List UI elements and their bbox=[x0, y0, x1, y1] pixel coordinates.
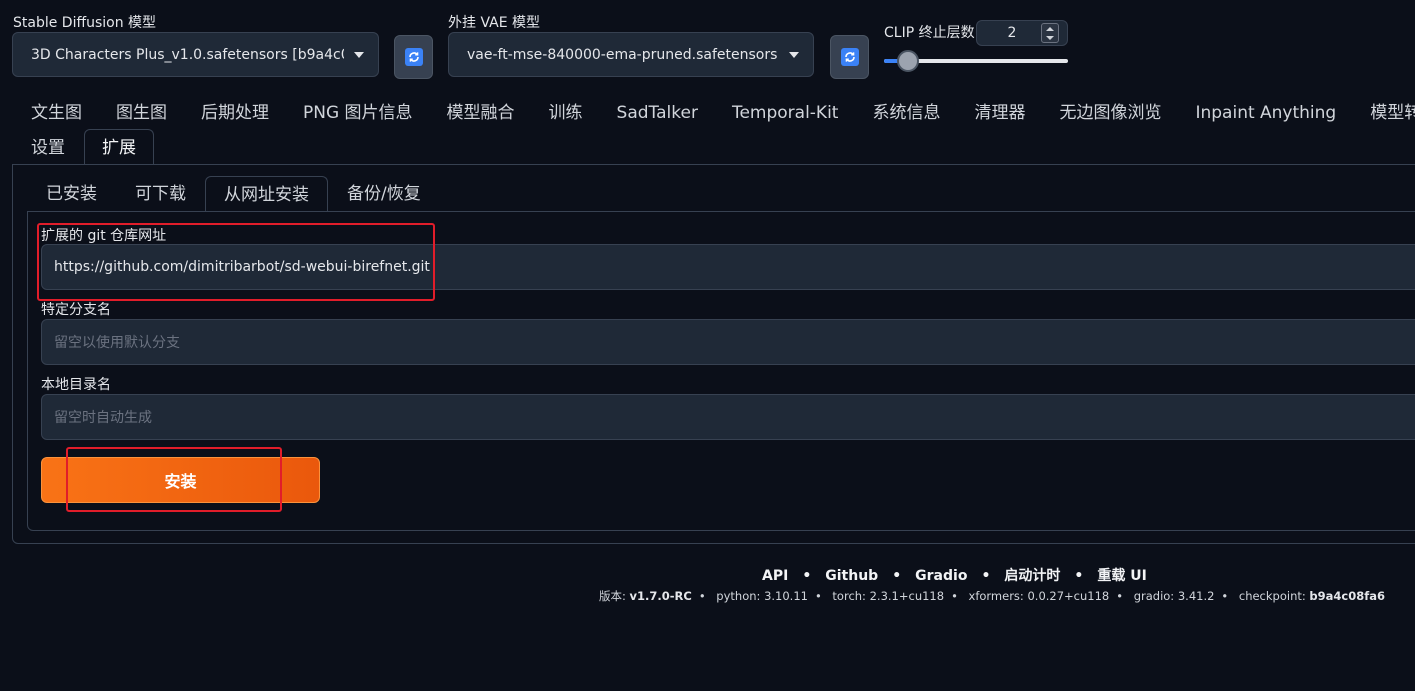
git-url-label: 扩展的 git 仓库网址 bbox=[41, 228, 167, 244]
local-dir-label: 本地目录名 bbox=[41, 377, 111, 393]
footer-link-gradio[interactable]: Gradio bbox=[915, 568, 967, 584]
subtab-backup-restore[interactable]: 备份/恢复 bbox=[329, 176, 439, 212]
tab-img2img[interactable]: 图生图 bbox=[99, 98, 184, 128]
version-item: checkpoint: b9a4c08fa6 bbox=[1238, 589, 1385, 603]
footer-link-github[interactable]: Github bbox=[825, 568, 878, 584]
tab-train[interactable]: 训练 bbox=[532, 98, 600, 128]
local-dir-input[interactable]: 留空时自动生成 bbox=[41, 394, 1415, 440]
footer-links: API • Github • Gradio • 启动计时 • 重载 UI bbox=[762, 568, 1147, 584]
vae-model-refresh-button[interactable] bbox=[830, 35, 869, 79]
tab-model-converter[interactable]: 模型转 bbox=[1353, 98, 1415, 128]
tab-png-info[interactable]: PNG 图片信息 bbox=[286, 98, 430, 128]
local-dir-placeholder: 留空时自动生成 bbox=[54, 410, 152, 426]
footer-link-api[interactable]: API bbox=[762, 568, 788, 584]
tab-extensions[interactable]: 扩展 bbox=[84, 129, 154, 165]
sd-model-label: Stable Diffusion 模型 bbox=[13, 15, 157, 31]
subtab-available[interactable]: 可下载 bbox=[117, 176, 204, 212]
sd-model-value: 3D Characters Plus_v1.0.safetensors [b9a… bbox=[31, 46, 344, 63]
chevron-down-icon bbox=[789, 51, 799, 58]
version-item: python: 3.10.11 bbox=[716, 589, 808, 603]
tab-extras[interactable]: 后期处理 bbox=[184, 98, 286, 128]
tab-sadtalker[interactable]: SadTalker bbox=[600, 98, 715, 128]
branch-placeholder: 留空以使用默认分支 bbox=[54, 335, 180, 351]
tab-temporal-kit[interactable]: Temporal-Kit bbox=[715, 98, 856, 128]
install-button-label: 安装 bbox=[164, 472, 197, 491]
sd-model-refresh-button[interactable] bbox=[394, 35, 433, 79]
chevron-up-icon bbox=[1046, 26, 1054, 31]
tab-system-info[interactable]: 系统信息 bbox=[855, 98, 957, 128]
tab-infinite-image-browsing[interactable]: 无边图像浏览 bbox=[1042, 98, 1178, 128]
tab-txt2img[interactable]: 文生图 bbox=[14, 98, 99, 128]
tab-cleaner[interactable]: 清理器 bbox=[957, 98, 1042, 128]
git-url-value: https://github.com/dimitribarbot/sd-webu… bbox=[54, 259, 430, 275]
footer-link-startup-profile[interactable]: 启动计时 bbox=[1004, 568, 1060, 584]
vae-model-value: vae-ft-mse-840000-ema-pruned.safetensors bbox=[467, 46, 778, 63]
refresh-icon bbox=[840, 48, 859, 66]
tab-checkpoint-merger[interactable]: 模型融合 bbox=[430, 98, 532, 128]
version-item: gradio: 3.41.2 bbox=[1133, 589, 1215, 603]
version-item: 版本: v1.7.0-RC bbox=[599, 589, 692, 603]
clip-skip-slider-thumb[interactable] bbox=[897, 50, 919, 72]
tab-settings[interactable]: 设置 bbox=[14, 133, 82, 163]
install-button[interactable]: 安装 bbox=[41, 457, 320, 503]
clip-skip-label: CLIP 终止层数 bbox=[884, 25, 975, 41]
version-info: 版本: v1.7.0-RC • python: 3.10.11 • torch: 2… bbox=[599, 589, 1385, 603]
sd-model-dropdown[interactable]: 3D Characters Plus_v1.0.safetensors [b9a… bbox=[12, 32, 379, 77]
branch-input[interactable]: 留空以使用默认分支 bbox=[41, 319, 1415, 365]
clip-skip-value: 2 bbox=[1007, 25, 1017, 41]
chevron-down-icon bbox=[1046, 35, 1054, 40]
main-tab-bar: 文生图 图生图 后期处理 PNG 图片信息 模型融合 训练 SadTalker … bbox=[14, 98, 1415, 128]
vae-model-label: 外挂 VAE 模型 bbox=[448, 15, 541, 31]
vae-model-dropdown[interactable]: vae-ft-mse-840000-ema-pruned.safetensors bbox=[448, 32, 814, 77]
clip-skip-number-input[interactable]: 2 bbox=[976, 20, 1068, 46]
footer-link-reload-ui[interactable]: 重载 UI bbox=[1097, 568, 1146, 584]
git-url-input[interactable]: https://github.com/dimitribarbot/sd-webu… bbox=[41, 244, 1415, 290]
branch-label: 特定分支名 bbox=[41, 302, 111, 318]
chevron-down-icon bbox=[354, 51, 364, 58]
version-item: xformers: 0.0.27+cu118 bbox=[968, 589, 1110, 603]
version-item: torch: 2.3.1+cu118 bbox=[832, 589, 945, 603]
refresh-icon bbox=[404, 48, 423, 66]
tab-inpaint-anything[interactable]: Inpaint Anything bbox=[1178, 98, 1353, 128]
number-spinner[interactable] bbox=[1041, 23, 1059, 43]
subtab-install-from-url[interactable]: 从网址安装 bbox=[205, 176, 328, 212]
subtab-installed[interactable]: 已安装 bbox=[28, 176, 115, 212]
